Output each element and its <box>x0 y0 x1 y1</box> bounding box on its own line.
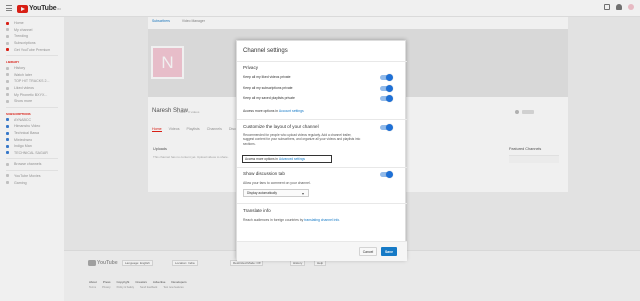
customize-layout-toggle[interactable] <box>380 124 393 131</box>
privacy-heading: Privacy <box>243 65 259 70</box>
dialog-footer: Cancel Save <box>237 241 407 261</box>
playlists-private-toggle[interactable] <box>380 95 393 102</box>
channel-settings-dialog: Channel settings Privacy Keep all my lik… <box>236 40 407 261</box>
liked-private-toggle[interactable] <box>380 74 393 81</box>
translate-heading: Translate info <box>243 208 271 213</box>
toggle-knob <box>386 171 393 178</box>
advanced-settings-link[interactable]: Advanced settings <box>279 157 305 161</box>
toggle-knob <box>386 95 393 102</box>
subscriptions-private-label: Keep all my subscriptions private <box>243 86 293 90</box>
playlists-private-label: Keep all my saved playlists private <box>243 96 295 100</box>
divider <box>237 203 407 204</box>
discussion-toggle[interactable] <box>380 171 393 178</box>
account-settings-link[interactable]: Account settings <box>279 109 304 113</box>
link-prefix: Access more options in <box>245 157 278 161</box>
toggle-knob <box>386 85 393 92</box>
subscriptions-private-toggle[interactable] <box>380 85 393 92</box>
cancel-button[interactable]: Cancel <box>359 247 377 256</box>
divider <box>237 119 407 120</box>
translate-line: Reach audiences in foreign countries by … <box>243 218 340 222</box>
chevron-down-icon <box>302 193 304 195</box>
account-settings-line: Access more options in Account settings <box>243 109 304 113</box>
translate-link[interactable]: translating channel info. <box>304 218 340 222</box>
divider <box>237 61 407 62</box>
divider <box>237 167 407 168</box>
discussion-select[interactable]: Display automatically <box>243 189 309 197</box>
toggle-knob <box>386 124 393 131</box>
customize-layout-description: Recommended for people who upload videos… <box>243 133 361 146</box>
link-prefix: Access more options in <box>243 109 279 113</box>
toggle-knob <box>386 74 393 81</box>
discussion-heading: Show discussion tab <box>243 171 285 176</box>
liked-private-label: Keep all my liked videos private <box>243 75 291 79</box>
translate-prefix: Reach audiences in foreign countries by <box>243 218 304 222</box>
select-value: Display automatically <box>247 191 277 195</box>
discussion-description: Allow your fans to comment on your chann… <box>243 181 311 185</box>
dialog-title: Channel settings <box>243 48 288 54</box>
customize-layout-heading: Customize the layout of your channel <box>243 124 319 129</box>
save-button[interactable]: Save <box>381 247 397 256</box>
advanced-settings-line: Access more options in Advanced settings <box>242 155 332 163</box>
